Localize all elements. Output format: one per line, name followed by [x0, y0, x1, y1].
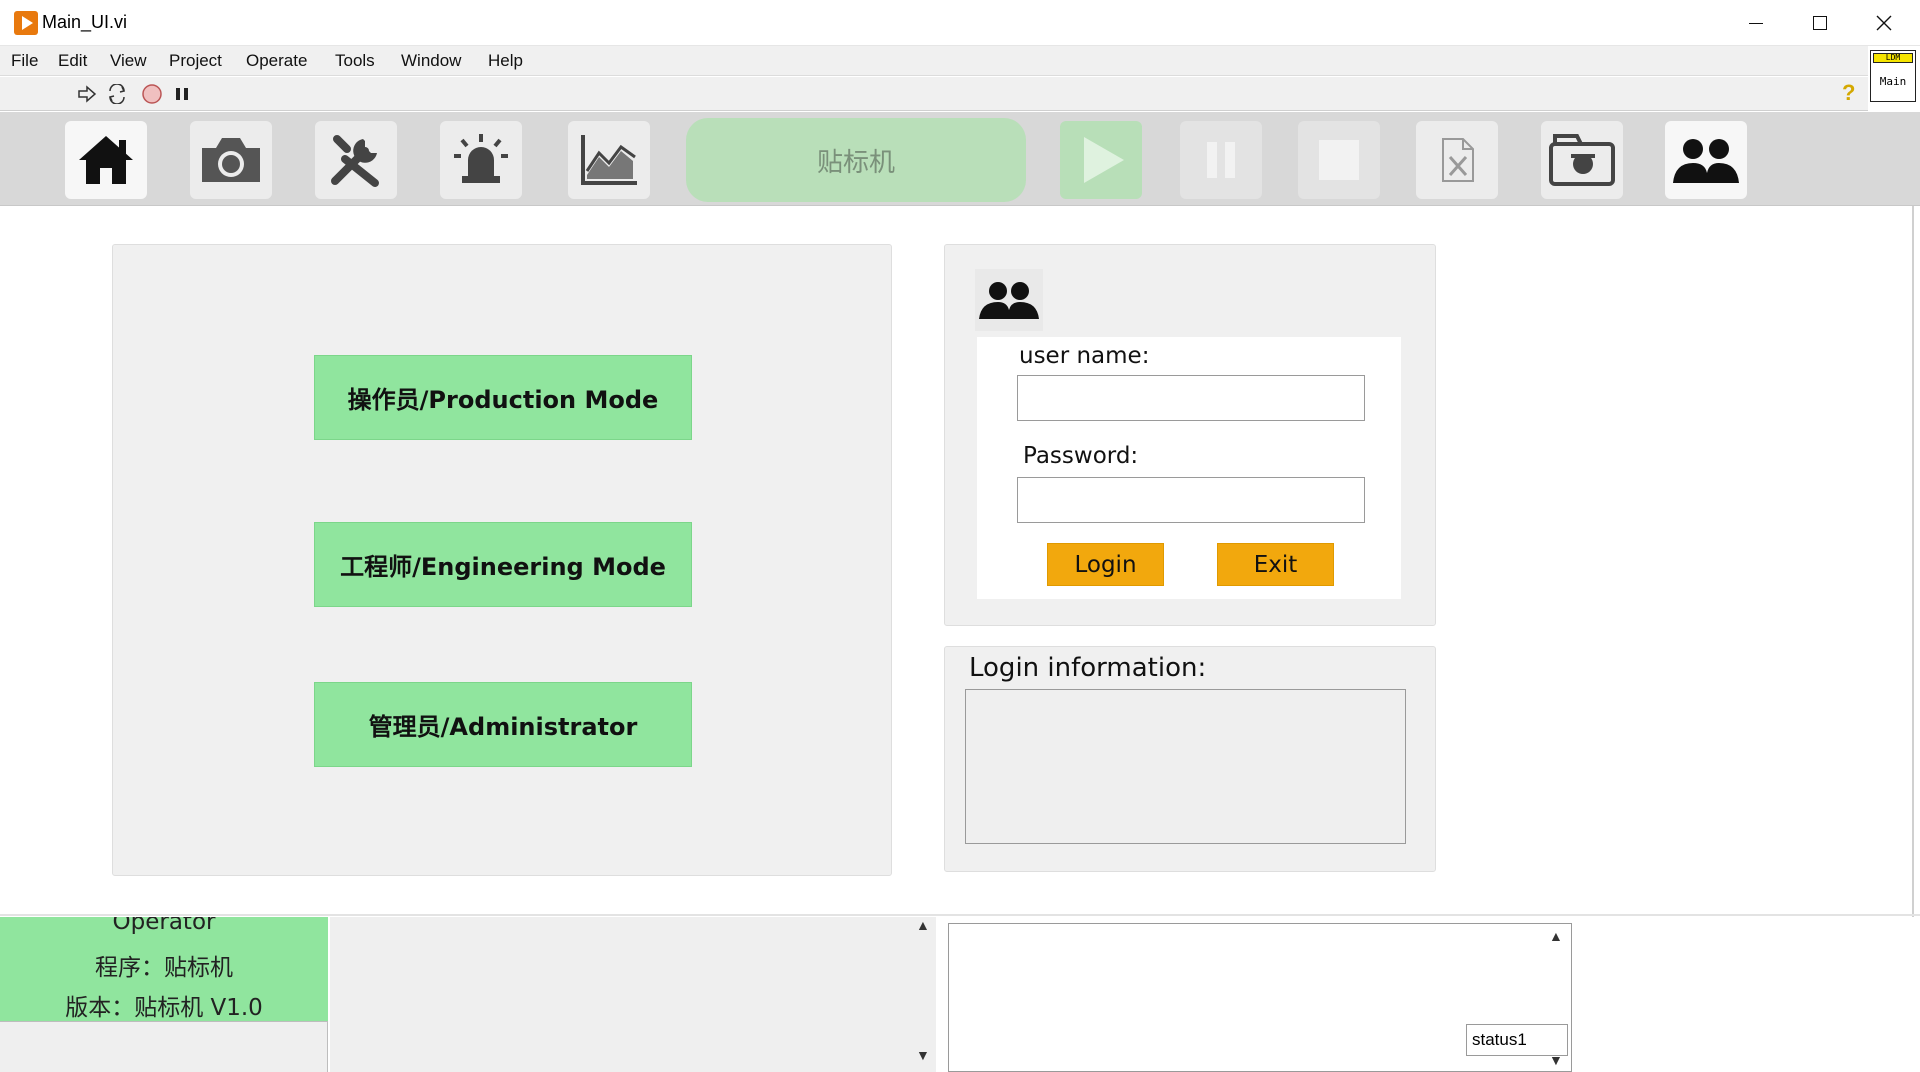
pause-toolbar-button[interactable]	[171, 83, 193, 105]
run-continuously-button[interactable]	[106, 83, 128, 105]
close-icon	[1876, 15, 1892, 31]
alarm-icon	[454, 134, 508, 183]
start-button[interactable]	[1060, 121, 1142, 199]
menu-window[interactable]: Window	[401, 51, 461, 71]
scroll-up-arrow-icon[interactable]: ▲	[1549, 928, 1563, 944]
pause-toolbar-icon	[176, 88, 188, 100]
machine-name-button[interactable]: 贴标机	[686, 118, 1026, 202]
engineering-mode-button[interactable]: 工程师/Engineering Mode	[314, 522, 692, 607]
snapshot-icon	[1549, 134, 1615, 186]
menu-operate[interactable]: Operate	[246, 51, 307, 71]
stop-button[interactable]	[1298, 121, 1380, 199]
menu-project[interactable]: Project	[169, 51, 222, 71]
exit-button[interactable]: Exit	[1217, 543, 1334, 586]
maximize-icon	[1813, 16, 1827, 30]
menu-view[interactable]: View	[110, 51, 147, 71]
password-label: Password:	[1023, 443, 1139, 469]
login-panel: user name: Password: Login Exit	[944, 244, 1436, 626]
status-program: 程序：贴标机	[95, 955, 233, 981]
vi-icon-banner: LDM	[1873, 53, 1913, 63]
status-info-panel: Operator 程序：贴标机 版本：贴标机 V1.0	[0, 917, 328, 1021]
status-version: 版本：贴标机 V1.0	[65, 995, 263, 1021]
status-separator	[0, 914, 1920, 916]
tools-icon	[331, 135, 379, 187]
vi-icon-label: Main	[1879, 75, 1907, 88]
camera-button[interactable]	[190, 121, 272, 199]
status-tag: status1	[1466, 1024, 1568, 1056]
production-mode-button[interactable]: 操作员/Production Mode	[314, 355, 692, 440]
message-list-left: ▲ ▼	[330, 917, 936, 1072]
minimize-icon	[1749, 22, 1763, 24]
abort-stop-icon	[142, 84, 162, 104]
title-bar: Main_UI.vi	[0, 0, 1920, 46]
menu-bar: File Edit View Project Operate Tools Win…	[0, 46, 1868, 76]
login-form: user name: Password: Login Exit	[977, 337, 1401, 599]
run-continuously-icon	[108, 84, 126, 104]
users-icon	[1673, 139, 1739, 183]
run-arrow-icon	[78, 85, 97, 103]
menu-tools[interactable]: Tools	[335, 51, 375, 71]
icon-ribbon: 贴标机	[0, 112, 1920, 206]
menu-help[interactable]: Help	[488, 51, 523, 71]
run-toolbar	[0, 77, 1868, 111]
username-label: user name:	[1019, 343, 1150, 369]
abort-button[interactable]	[141, 83, 163, 105]
menu-edit[interactable]: Edit	[58, 51, 87, 71]
camera-icon	[202, 138, 260, 182]
play-icon	[1084, 137, 1124, 183]
login-information-panel: Login information:	[944, 646, 1436, 872]
vi-connector-icon: LDM Main	[1870, 50, 1916, 102]
username-input[interactable]	[1017, 375, 1365, 421]
login-avatar	[975, 269, 1043, 331]
alarm-button[interactable]	[440, 121, 522, 199]
stop-icon	[1319, 140, 1359, 180]
administrator-mode-button[interactable]: 管理员/Administrator	[314, 682, 692, 767]
trend-chart-button[interactable]	[568, 121, 650, 199]
tools-button[interactable]	[315, 121, 397, 199]
right-empty-area	[1572, 917, 1920, 1072]
chart-icon	[581, 135, 637, 185]
status-empty-cell	[0, 1021, 328, 1072]
user-management-button[interactable]	[1665, 121, 1747, 199]
maximize-button[interactable]	[1788, 0, 1852, 46]
users-avatar-icon	[979, 282, 1039, 319]
mode-selection-panel: 操作员/Production Mode 工程师/Engineering Mode…	[112, 244, 892, 876]
window-title: Main_UI.vi	[42, 12, 128, 32]
pause-button[interactable]	[1180, 121, 1262, 199]
home-icon	[79, 136, 133, 184]
login-information-box	[965, 689, 1406, 844]
pause-icon	[1207, 142, 1235, 178]
export-excel-button[interactable]	[1416, 121, 1498, 199]
snapshot-button[interactable]	[1541, 121, 1623, 199]
scroll-up-arrow-icon[interactable]: ▲	[916, 917, 930, 933]
minimize-button[interactable]	[1724, 0, 1788, 46]
login-information-title: Login information:	[969, 653, 1207, 683]
context-help-icon[interactable]: ?	[1842, 80, 1855, 106]
scroll-down-arrow-icon[interactable]: ▼	[916, 1047, 930, 1063]
run-button[interactable]	[76, 83, 98, 105]
close-button[interactable]	[1852, 0, 1916, 46]
password-input[interactable]	[1017, 477, 1365, 523]
excel-file-icon	[1442, 138, 1474, 182]
login-button[interactable]: Login	[1047, 543, 1164, 586]
menu-file[interactable]: File	[11, 51, 38, 71]
status-role: Operator	[112, 917, 216, 935]
labview-app-icon	[14, 11, 38, 35]
home-button[interactable]	[65, 121, 147, 199]
main-window: Main_UI.vi File Edit View Project Operat…	[0, 0, 1920, 1072]
